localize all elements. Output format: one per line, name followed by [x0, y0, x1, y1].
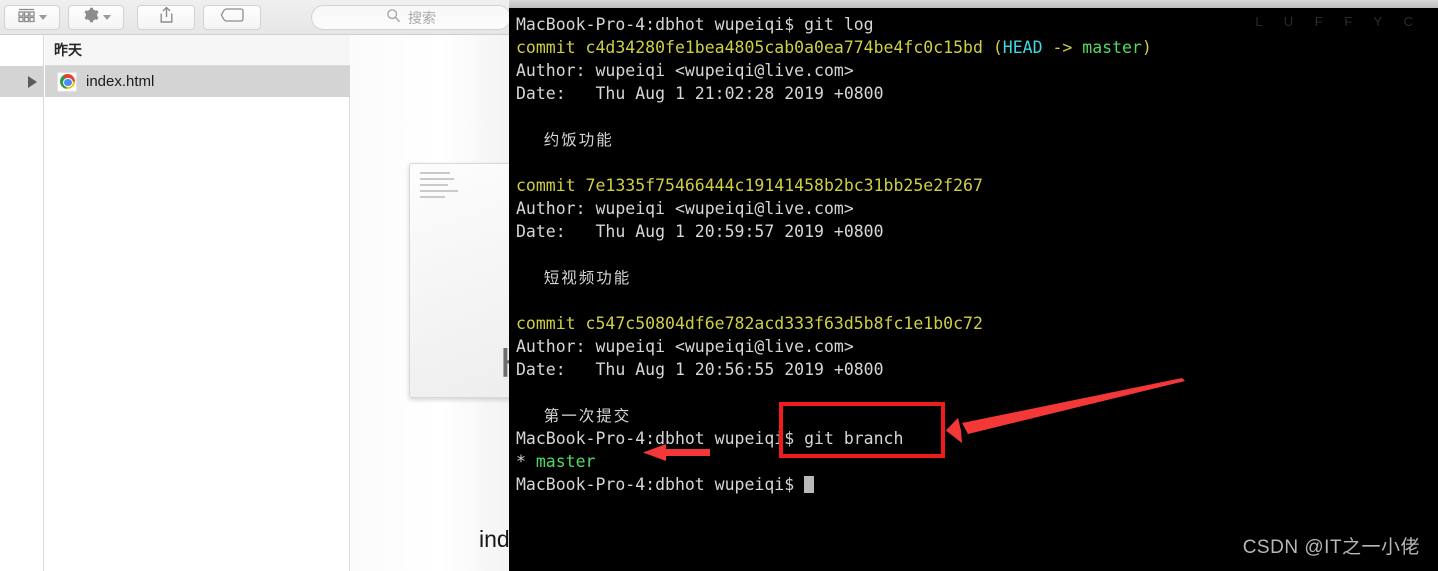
terminal-text: 第一次提交	[516, 407, 632, 425]
finder-columns: 昨天 index.html HT index	[0, 35, 516, 571]
terminal-line: Author: wupeiqi <wupeiqi@live.com>	[516, 59, 1438, 82]
search-icon	[386, 8, 401, 28]
terminal-text: )	[1141, 38, 1152, 57]
chevron-down-icon	[103, 15, 111, 20]
terminal-line: MacBook-Pro-4:dbhot wupeiqi$ git log	[516, 13, 1438, 36]
terminal-text: MacBook-Pro-4:dbhot wupeiqi$ git log	[516, 15, 874, 34]
terminal-window[interactable]: L U F F Y C MacBook-Pro-4:dbhot wupeiqi$…	[509, 0, 1438, 571]
terminal-line: MacBook-Pro-4:dbhot wupeiqi$	[516, 473, 1438, 496]
terminal-text: Author: wupeiqi <wupeiqi@live.com>	[516, 61, 854, 80]
terminal-text: ->	[1042, 38, 1083, 57]
tag-icon	[220, 8, 244, 27]
parent-folder-row[interactable]	[0, 66, 44, 97]
finder-toolbar: 搜索	[0, 0, 516, 35]
terminal-output[interactable]: MacBook-Pro-4:dbhot wupeiqi$ git log comm…	[509, 8, 1438, 571]
tags-button[interactable]	[203, 5, 261, 30]
terminal-line: Author: wupeiqi <wupeiqi@live.com>	[516, 197, 1438, 220]
terminal-line: MacBook-Pro-4:dbhot wupeiqi$ git branch	[516, 427, 1438, 450]
terminal-text: *	[516, 452, 536, 471]
terminal-line: 约饭功能	[516, 128, 1438, 151]
terminal-text: Author: wupeiqi <wupeiqi@live.com>	[516, 199, 854, 218]
terminal-line: Date: Thu Aug 1 21:02:28 2019 +0800	[516, 82, 1438, 105]
chrome-icon	[57, 71, 77, 92]
doc-icon-lines	[420, 172, 458, 202]
screenshot-root: 搜索 昨天 index.html ind L U F F Y C MacBook…	[0, 0, 1438, 571]
view-mode-button[interactable]	[4, 5, 60, 30]
terminal-text: commit c4d34280fe1bea4805cab0a0ea774be4f…	[516, 38, 993, 57]
search-placeholder: 搜索	[408, 9, 436, 26]
terminal-text: master	[535, 452, 596, 471]
gear-icon	[81, 6, 99, 29]
terminal-text: commit c547c50804df6e782acd333f63d5b8fc1…	[516, 314, 983, 333]
chevron-down-icon	[38, 15, 47, 20]
terminal-text: 短视频功能	[516, 269, 632, 287]
finder-window: 搜索 昨天 index.html ind	[0, 0, 516, 571]
terminal-line: commit c4d34280fe1bea4805cab0a0ea774be4f…	[516, 36, 1438, 59]
terminal-line: 第一次提交	[516, 404, 1438, 427]
disclosure-triangle-icon	[28, 75, 37, 88]
terminal-text: Date: Thu Aug 1 21:02:28 2019 +0800	[516, 84, 884, 103]
html-document-icon: HT	[409, 163, 516, 398]
terminal-line: 短视频功能	[516, 266, 1438, 289]
terminal-line: Date: Thu Aug 1 20:59:57 2019 +0800	[516, 220, 1438, 243]
finder-column-files: 昨天 index.html	[45, 35, 350, 571]
grid-view-icon	[17, 8, 35, 28]
finder-column-parent	[0, 35, 44, 571]
terminal-text: master	[1082, 38, 1142, 57]
actions-button[interactable]	[68, 5, 124, 30]
terminal-line: Author: wupeiqi <wupeiqi@live.com>	[516, 335, 1438, 358]
search-field[interactable]: 搜索	[311, 5, 511, 30]
share-icon	[158, 6, 175, 29]
terminal-cursor	[804, 476, 815, 493]
terminal-text: Author: wupeiqi <wupeiqi@live.com>	[516, 337, 854, 356]
terminal-titlebar-edge	[509, 0, 1438, 8]
csdn-watermark: CSDN @IT之一小佬	[1242, 537, 1420, 558]
terminal-line: Date: Thu Aug 1 20:56:55 2019 +0800	[516, 358, 1438, 381]
share-button[interactable]	[137, 5, 195, 30]
terminal-text: MacBook-Pro-4:dbhot wupeiqi$ git branch	[516, 429, 904, 448]
terminal-text: Date: Thu Aug 1 20:59:57 2019 +0800	[516, 222, 884, 241]
file-name-label: index.html	[86, 73, 155, 90]
terminal-text: 约饭功能	[516, 131, 614, 149]
file-group-header: 昨天	[45, 35, 350, 66]
terminal-text: MacBook-Pro-4:dbhot wupeiqi$	[516, 475, 805, 494]
terminal-line: commit c547c50804df6e782acd333f63d5b8fc1…	[516, 312, 1438, 335]
terminal-text: HEAD	[1002, 38, 1043, 57]
finder-column-preview: HT index	[351, 35, 516, 571]
terminal-text: commit 7e1335f75466444c19141458b2bc31bb2…	[516, 176, 983, 195]
terminal-text: (	[992, 38, 1003, 57]
list-item[interactable]: index.html	[45, 66, 350, 97]
terminal-line: * master	[516, 450, 1438, 473]
terminal-line: commit 7e1335f75466444c19141458b2bc31bb2…	[516, 174, 1438, 197]
terminal-text: Date: Thu Aug 1 20:56:55 2019 +0800	[516, 360, 884, 379]
